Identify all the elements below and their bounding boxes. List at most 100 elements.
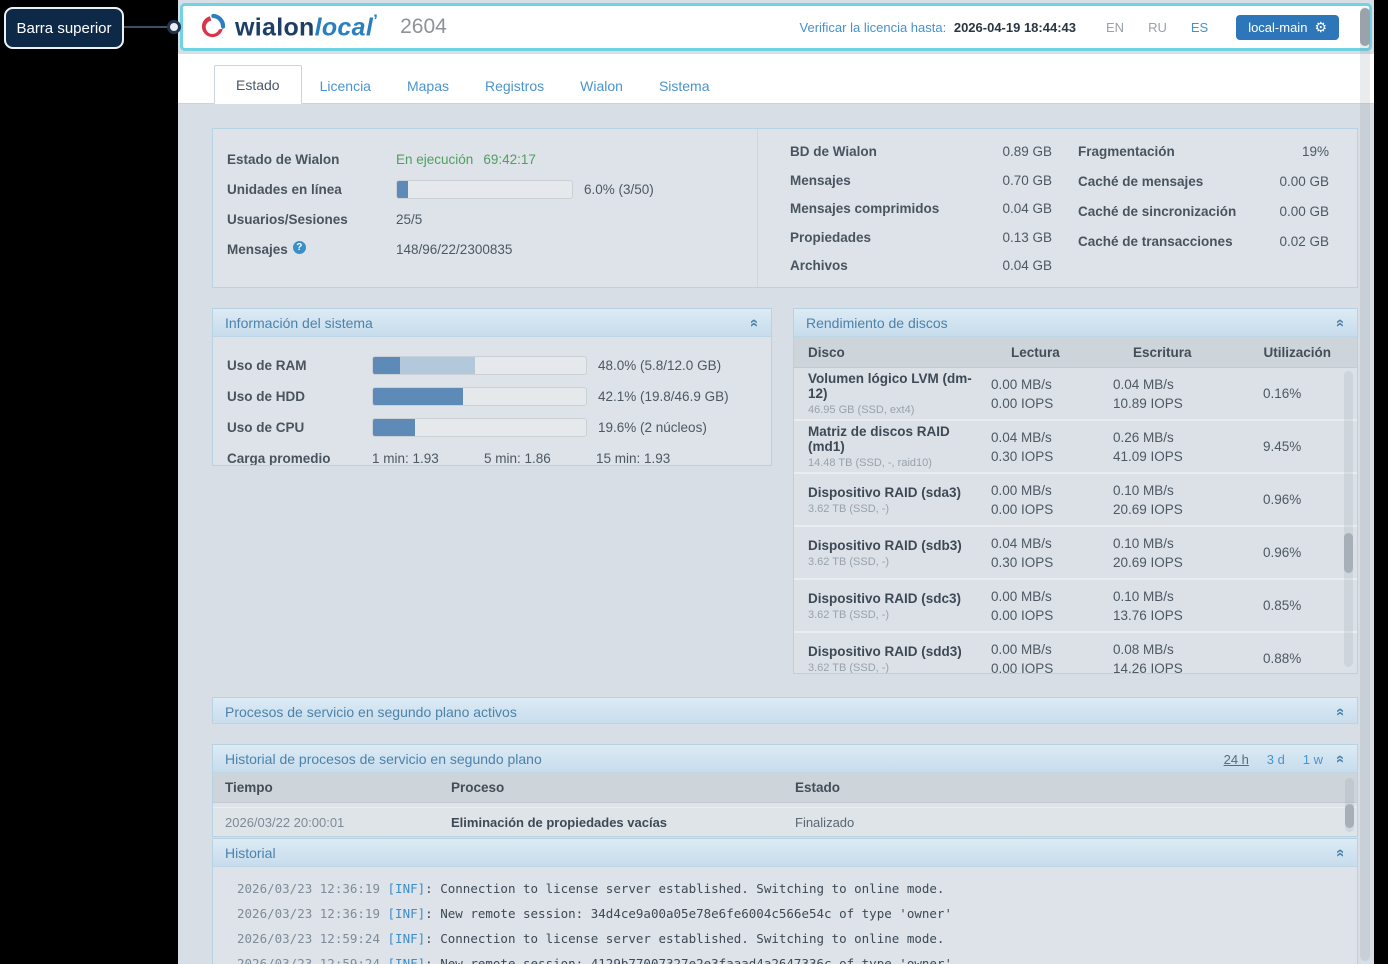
read-mbs: 0.04 MB/s [991,428,1099,447]
db-stat-value: 0.00 GB [1279,174,1329,189]
ram-label: Uso de RAM [227,358,372,373]
content-area: Estado de Wialon En ejecución 69:42:17 U… [178,104,1374,964]
disk-detail: 3.62 TB (SSD, -) [808,556,977,568]
license-link[interactable]: Verificar la licencia hasta: [800,20,947,35]
log-message: : Connection to license server establish… [425,881,944,896]
units-progressbar [396,180,573,199]
disk-read-cell: 0.00 MB/s 0.00 IOPS [977,587,1099,625]
db-stat-row: BD de Wialon 0.89 GB [790,144,1052,173]
expand-down-icon[interactable]: » [1333,705,1347,719]
language-link[interactable]: ES [1191,20,1208,35]
write-iops: 14.26 IOPS [1113,659,1239,675]
db-stat-value: 0.13 GB [1002,230,1052,245]
log-level: [INF] [388,906,426,921]
help-icon[interactable]: ? [293,241,306,254]
collapse-up-icon[interactable]: « [1333,752,1347,766]
disk-utilization: 0.96% [1239,492,1357,507]
mensajes-value: 148/96/22/2300835 [396,242,512,257]
load-1min: 1 min: 1.93 [372,451,484,466]
disk-name: Dispositivo RAID (sda3) [808,485,977,500]
language-link[interactable]: EN [1106,20,1124,35]
process-table-scrollbar[interactable] [1345,778,1354,832]
tab[interactable]: Registros [467,67,562,104]
hdd-row: Uso de HDD 42.1% (19.8/46.9 GB) [227,381,771,412]
page-scrollbar[interactable] [1360,7,1370,961]
hdd-value: 42.1% (19.8/46.9 GB) [598,389,729,404]
db-stat-row: Archivos 0.04 GB [790,258,1052,287]
disk-name: Matriz de discos RAID (md1) [808,424,977,454]
load-5min: 5 min: 1.86 [484,451,596,466]
collapse-up-icon[interactable]: « [1333,316,1347,330]
db-stat-value: 0.04 GB [1002,258,1052,273]
col-escritura: Escritura [1099,345,1239,360]
usuarios-label: Usuarios/Sesiones [227,212,396,227]
load-label: Carga promedio [227,451,372,466]
disk-utilization: 0.16% [1239,386,1357,401]
log-level: [INF] [388,956,426,964]
system-info-title: Información del sistema [225,315,373,331]
read-mbs: 0.00 MB/s [991,481,1099,500]
disk-detail: 3.62 TB (SSD, -) [808,662,977,674]
disk-name-cell: Dispositivo RAID (sda3) 3.62 TB (SSD, -) [794,485,977,515]
disk-row: Volumen lógico LVM (dm-12) 46.95 GB (SSD… [794,368,1357,421]
col-disco: Disco [794,345,977,360]
process-row: 2026/03/22 20:00:01 Eliminación de propi… [213,807,1357,837]
disk-name: Dispositivo RAID (sdd3) [808,644,977,659]
disk-write-cell: 0.10 MB/s 20.69 IOPS [1099,534,1239,572]
range-link[interactable]: 1 w [1303,752,1323,767]
logo: wialonlocal’ 2604 [199,11,447,42]
disk-name-cell: Matriz de discos RAID (md1) 14.48 TB (SS… [794,424,977,469]
range-link[interactable]: 24 h [1224,752,1249,767]
process-table-scrollbar-thumb[interactable] [1345,804,1354,828]
active-processes-header: Procesos de servicio en segundo plano ac… [213,698,1357,724]
disk-name-cell: Dispositivo RAID (sdc3) 3.62 TB (SSD, -) [794,591,977,621]
process-state: Finalizado [783,815,1357,830]
brand-mark: ’ [373,11,378,30]
process-history-header: Historial de procesos de servicio en seg… [213,745,1357,773]
account-button[interactable]: local-main ⚙ [1236,15,1339,40]
brand-wordmark: wialonlocal’ [235,11,378,42]
db-stat-row: Mensajes comprimidos 0.04 GB [790,201,1052,230]
license-expiry: 2026-04-19 18:44:43 [954,20,1076,35]
history-log-panel: Historial » 2026/03/23 12:36:19 [INF]: C… [212,838,1358,964]
disk-row: Matriz de discos RAID (md1) 14.48 TB (SS… [794,421,1357,474]
tab[interactable]: Wialon [562,67,641,104]
disk-write-cell: 0.08 MB/s 14.26 IOPS [1099,640,1239,675]
hdd-label: Uso de HDD [227,389,372,404]
range-link[interactable]: 3 d [1267,752,1285,767]
disk-row: Dispositivo RAID (sdc3) 3.62 TB (SSD, -)… [794,580,1357,633]
cpu-row: Uso de CPU 19.6% (2 núcleos) [227,412,771,443]
db-stat-label: BD de Wialon [790,144,877,159]
tab[interactable]: Mapas [389,67,467,104]
version-number: 2604 [400,15,447,39]
expand-down-icon[interactable]: » [1333,846,1347,860]
language-link[interactable]: RU [1148,20,1167,35]
collapse-up-icon[interactable]: « [747,316,761,330]
write-iops: 13.76 IOPS [1113,606,1239,625]
disk-write-cell: 0.26 MB/s 41.09 IOPS [1099,428,1239,466]
load-15min: 15 min: 1.93 [596,451,708,466]
log-level: [INF] [388,881,426,896]
log-timestamp: 2026/03/23 12:59:24 [237,956,380,964]
mensajes-label-text: Mensajes [227,242,288,257]
db-stat-value: 0.89 GB [1002,144,1052,159]
disk-table-header: Disco Lectura Escritura Utilización [794,337,1357,368]
page-scrollbar-thumb[interactable] [1360,8,1370,46]
log-timestamp: 2026/03/23 12:59:24 [237,931,380,946]
db-stat-row: Caché de transacciones 0.02 GB [1078,234,1329,264]
db-stat-row: Caché de mensajes 0.00 GB [1078,174,1329,204]
read-iops: 0.30 IOPS [991,447,1099,466]
disk-table-scrollbar-thumb[interactable] [1344,533,1353,573]
estado-label: Estado de Wialon [227,152,396,167]
disk-table-scrollbar[interactable] [1344,371,1353,667]
db-stat-label: Propiedades [790,230,871,245]
db-stat-value: 0.04 GB [1002,201,1052,216]
disk-detail: 46.95 GB (SSD, ext4) [808,404,977,416]
write-iops: 20.69 IOPS [1113,500,1239,519]
write-mbs: 0.04 MB/s [1113,375,1239,394]
active-processes-title: Procesos de servicio en segundo plano ac… [225,704,517,720]
tab[interactable]: Sistema [641,67,728,104]
tab[interactable]: Estado [214,65,302,104]
tab[interactable]: Licencia [302,67,389,104]
disk-utilization: 0.85% [1239,598,1357,613]
